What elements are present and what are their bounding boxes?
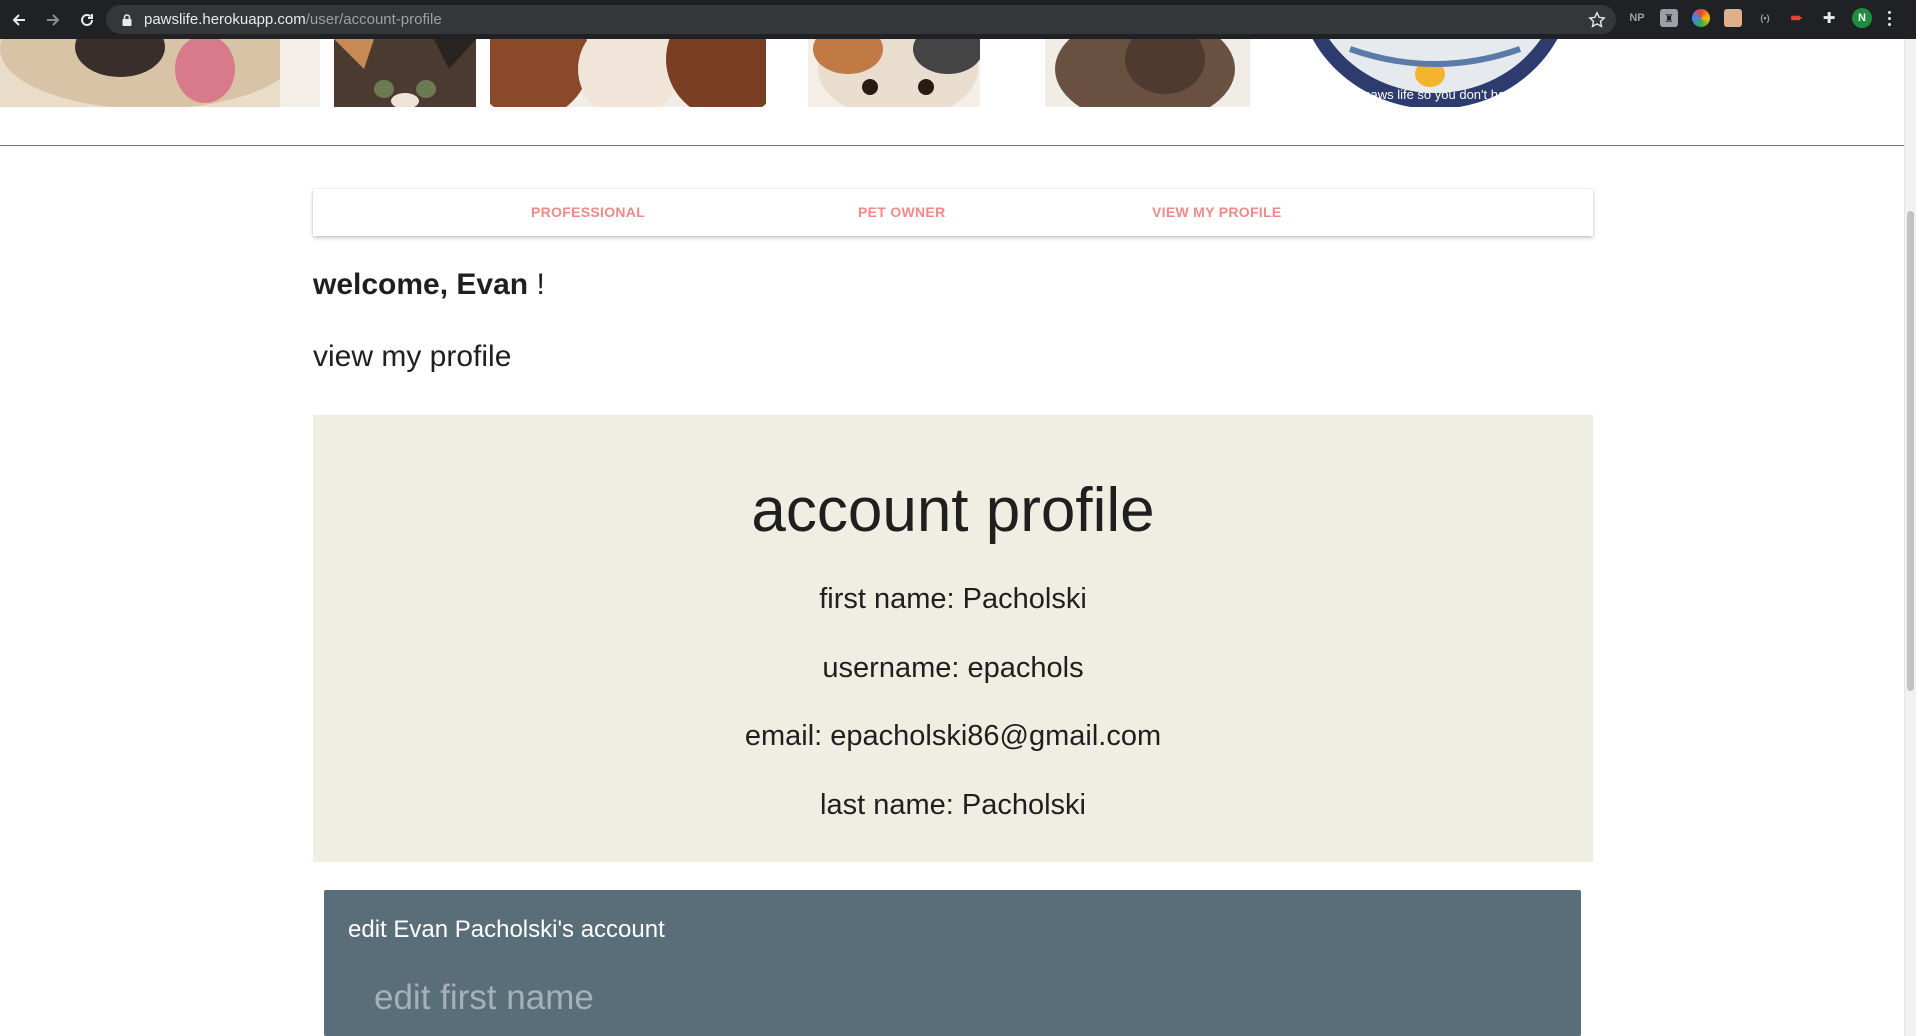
reload-button[interactable]	[72, 5, 102, 35]
color-wheel-extension-icon[interactable]	[1692, 9, 1710, 27]
tab-view-my-profile[interactable]: VIEW MY PROFILE	[1152, 189, 1281, 236]
account-profile-card: account profile first name: Pacholski us…	[313, 415, 1593, 862]
extensions-area: NP ♜ (•) ➨ ✚ N	[1628, 8, 1892, 28]
url-host: pawslife.herokuapp.com	[144, 11, 306, 28]
header-divider	[0, 145, 1905, 146]
back-button[interactable]	[4, 5, 34, 35]
logo-text: we paws life so you don't have to.	[1342, 87, 1537, 102]
bookmark-star-icon[interactable]	[1588, 11, 1606, 29]
scrollbar-thumb[interactable]	[1907, 211, 1914, 691]
welcome-heading: welcome, Evan !	[313, 268, 545, 302]
edit-account-card: edit Evan Pacholski's account	[324, 890, 1581, 1036]
browser-menu-icon[interactable]	[1886, 10, 1892, 26]
profile-first-name: first name: Pacholski	[819, 583, 1087, 615]
view-profile-link[interactable]: view my profile	[313, 340, 511, 374]
tab-pet-owner[interactable]: PET OWNER	[858, 189, 945, 236]
profile-email: email: epacholski86@gmail.com	[744, 720, 1162, 752]
forward-arrow-icon	[47, 13, 60, 26]
tab-professional[interactable]: PROFESSIONAL	[531, 189, 645, 236]
welcome-exclamation: !	[536, 268, 545, 301]
exotic-cat-image	[808, 39, 980, 107]
account-profile-title: account profile	[751, 476, 1155, 545]
pug-image	[0, 39, 320, 107]
code-extension-icon[interactable]: (•)	[1756, 9, 1774, 27]
gray-extension-icon[interactable]: ♜	[1660, 9, 1678, 27]
profile-username: username: epachols	[822, 652, 1084, 684]
address-bar[interactable]: pawslife.herokuapp.com/user/account-prof…	[106, 5, 1616, 34]
np-extension-label: NP	[1629, 12, 1645, 24]
face-extension-icon[interactable]	[1724, 9, 1742, 27]
welcome-name: welcome, Evan	[313, 268, 529, 301]
profile-avatar[interactable]: N	[1852, 8, 1872, 28]
nav-tabs: PROFESSIONAL PET OWNER VIEW MY PROFILE	[313, 189, 1593, 236]
browser-toolbar: pawslife.herokuapp.com/user/account-prof…	[0, 0, 1916, 39]
edit-account-title: edit Evan Pacholski's account	[348, 916, 665, 943]
basset-hound-image	[490, 39, 766, 107]
red-arrow-extension-icon[interactable]: ➨	[1788, 9, 1806, 27]
np-extension-icon[interactable]: NP	[1628, 9, 1646, 27]
profile-last-name: last name: Pacholski	[820, 789, 1086, 821]
brown-dog-image	[1045, 39, 1250, 107]
forward-button[interactable]	[38, 5, 68, 35]
tortoiseshell-cat-image	[334, 39, 476, 107]
url-path: /user/account-profile	[305, 11, 442, 28]
lock-icon	[122, 13, 132, 26]
page-scrollbar[interactable]	[1904, 39, 1916, 1036]
reload-icon	[81, 13, 93, 26]
back-arrow-icon	[12, 13, 25, 26]
profile-avatar-initial: N	[1858, 12, 1866, 24]
edit-first-name-input[interactable]	[372, 972, 1536, 1024]
pawslife-logo: we paws life so you don't have to.	[1312, 39, 1558, 107]
url-text: pawslife.herokuapp.com/user/account-prof…	[144, 11, 442, 28]
pet-banner: we paws life so you don't have to.	[0, 39, 1905, 107]
puzzle-extensions-icon[interactable]: ✚	[1820, 9, 1838, 27]
